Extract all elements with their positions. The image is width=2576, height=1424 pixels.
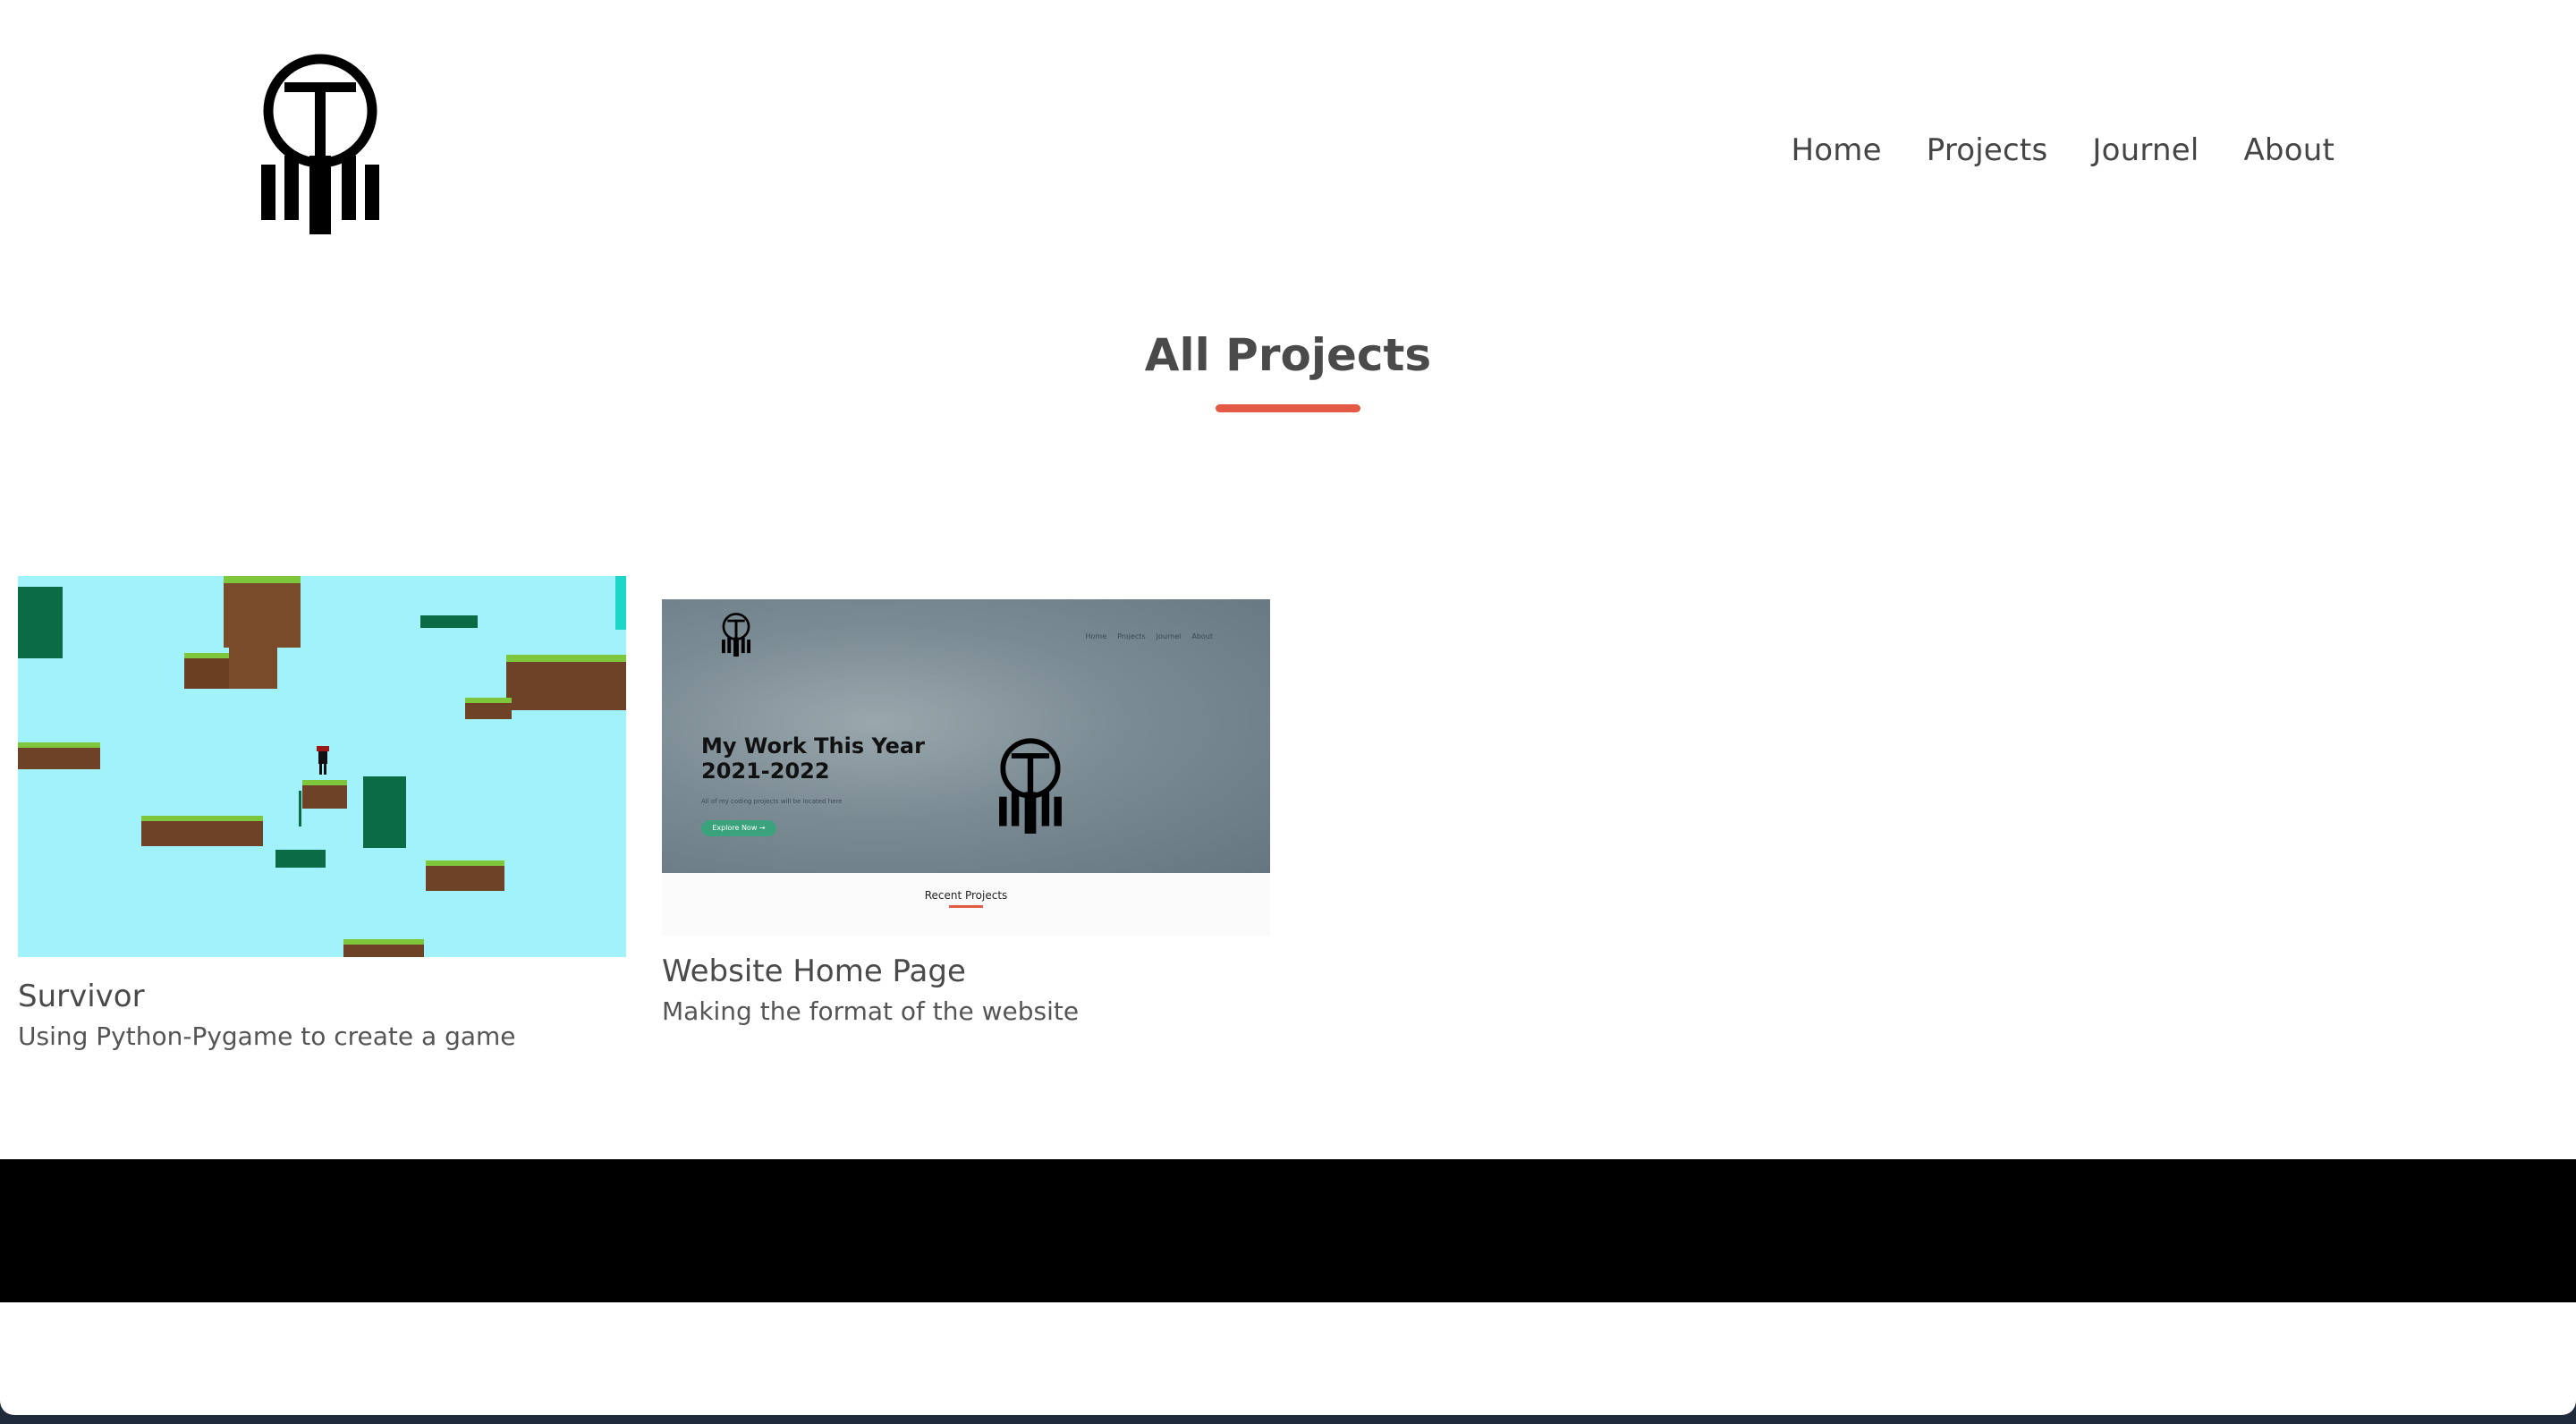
footer xyxy=(0,1159,2576,1302)
page-title: All Projects xyxy=(1144,329,1432,381)
site-logo-icon[interactable] xyxy=(258,50,383,234)
project-description: Making the format of the website xyxy=(662,996,1080,1026)
preview-nav: Home Projects Journel About xyxy=(1085,632,1213,640)
preview-nav-item: Projects xyxy=(1117,632,1146,640)
page: Home Projects Journel About All Projects xyxy=(0,0,2576,1415)
preview-nav-item: Journel xyxy=(1156,632,1182,640)
project-description: Using Python-Pygame to create a game xyxy=(18,1021,516,1051)
preview-nav-item: About xyxy=(1191,632,1213,640)
preview-nav-item: Home xyxy=(1085,632,1107,640)
preview-hero-subtitle: All of my coding projects will be locate… xyxy=(701,798,843,805)
preview-recent-projects-label: Recent Projects xyxy=(924,889,1008,902)
game-screenshot-image xyxy=(18,576,626,957)
nav-about[interactable]: About xyxy=(2243,132,2334,168)
preview-explore-button: Explore Now → xyxy=(701,820,776,836)
preview-logo-icon xyxy=(721,613,751,657)
preview-hero-logo-icon xyxy=(999,738,1062,834)
nav-journel[interactable]: Journel xyxy=(2092,132,2199,168)
preview-recent-underline xyxy=(949,905,983,908)
main-nav: Home Projects Journel About xyxy=(1792,132,2334,168)
project-card-website-home-page[interactable]: Home Projects Journel About My Work This… xyxy=(662,599,1270,1026)
nav-projects[interactable]: Projects xyxy=(1927,132,2048,168)
preview-hero-title: My Work This Year 2021-2022 xyxy=(701,733,925,784)
nav-home[interactable]: Home xyxy=(1792,132,1882,168)
title-underline xyxy=(1216,404,1360,412)
project-thumbnail-survivor[interactable] xyxy=(18,576,626,961)
website-preview-image: Home Projects Journel About My Work This… xyxy=(662,599,1270,936)
heading-wrap: All Projects xyxy=(0,329,2576,381)
project-title[interactable]: Website Home Page xyxy=(662,954,1270,989)
project-card-survivor[interactable]: Survivor Using Python-Pygame to create a… xyxy=(18,576,626,1051)
project-title[interactable]: Survivor xyxy=(18,979,626,1014)
project-thumbnail-website[interactable]: Home Projects Journel About My Work This… xyxy=(662,599,1270,936)
